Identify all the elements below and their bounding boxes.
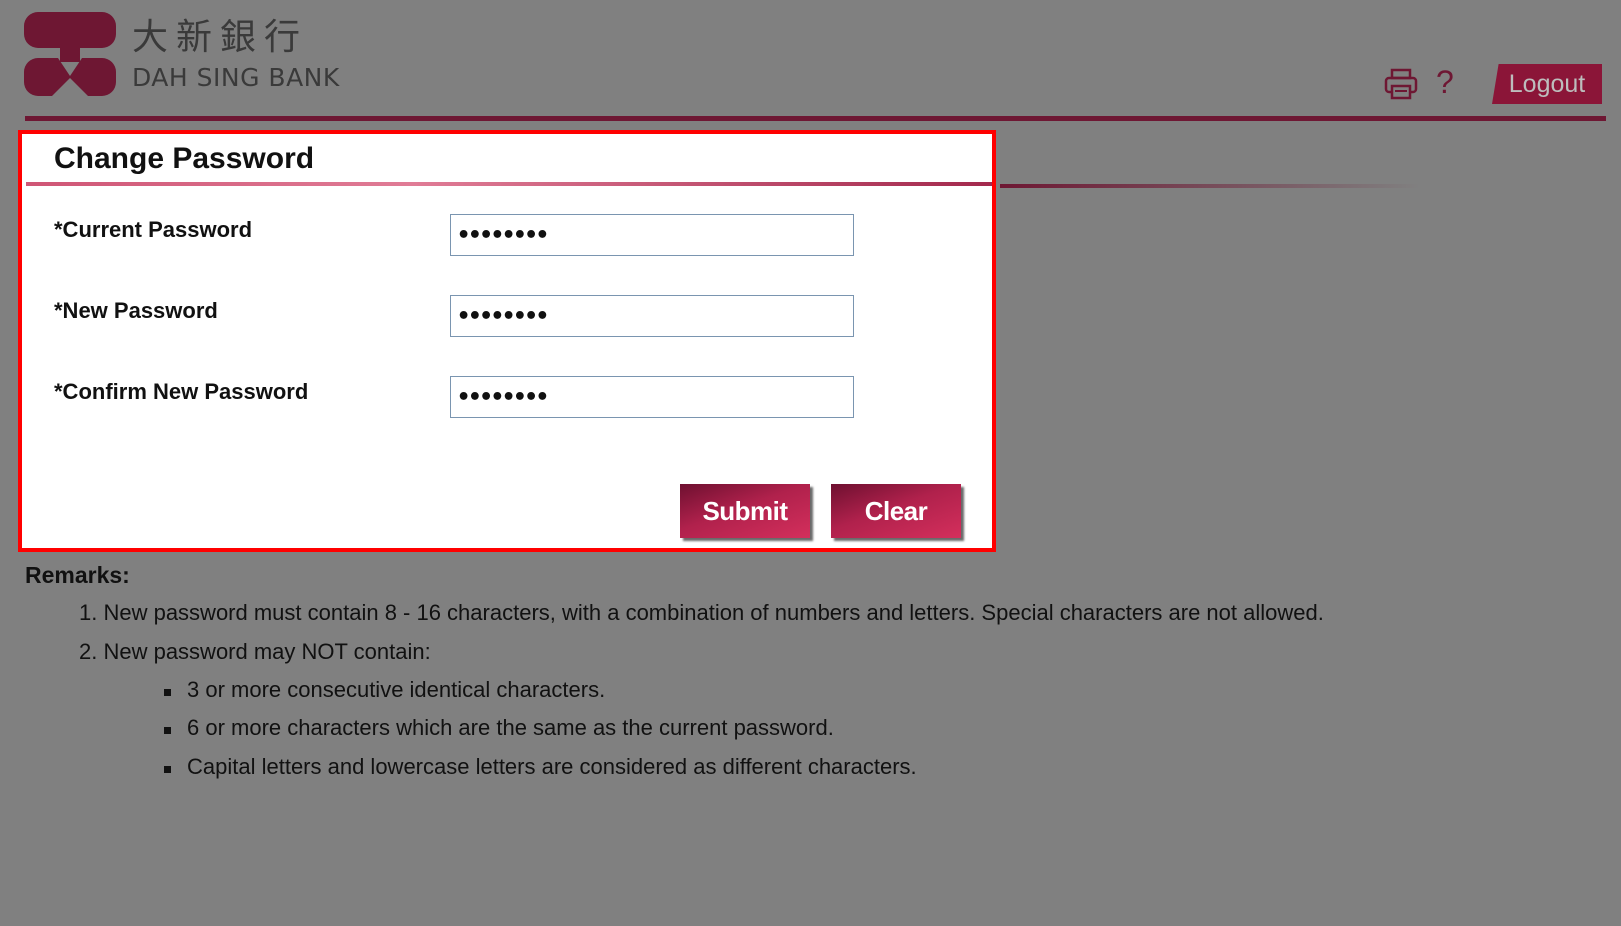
current-password-input[interactable]	[450, 214, 854, 256]
title-divider	[26, 182, 992, 186]
new-password-label: *New Password	[54, 298, 218, 323]
new-password-input[interactable]	[450, 295, 854, 337]
remark-subitem: 6 or more characters which are the same …	[187, 715, 834, 740]
bank-logo-icon	[24, 12, 116, 96]
confirm-password-input[interactable]	[450, 376, 854, 418]
remark-item: 2. New password may NOT contain:	[79, 639, 431, 664]
help-icon[interactable]: ?	[1436, 62, 1454, 102]
bank-name-english: DAH SING BANK	[132, 63, 340, 92]
page-title: Change Password	[54, 142, 315, 175]
clear-button[interactable]: Clear	[831, 484, 961, 538]
header-divider	[25, 116, 1606, 121]
bullet-icon	[164, 689, 171, 696]
remark-subitem: 3 or more consecutive identical characte…	[187, 677, 606, 702]
remark-item: 1. New password must contain 8 - 16 char…	[79, 600, 1324, 625]
bullet-icon	[164, 766, 171, 773]
printer-icon[interactable]	[1384, 68, 1418, 100]
remarks-heading: Remarks:	[25, 562, 130, 588]
remark-subitem: Capital letters and lowercase letters ar…	[187, 754, 917, 779]
submit-button[interactable]: Submit	[680, 484, 810, 538]
current-password-label: *Current Password	[54, 217, 253, 242]
confirm-password-label: *Confirm New Password	[54, 379, 309, 404]
change-password-panel: Change Password *Current Password *New P…	[18, 130, 996, 552]
bullet-icon	[164, 727, 171, 734]
title-divider-fade	[1000, 184, 1420, 188]
logout-button[interactable]: Logout	[1492, 64, 1602, 104]
bank-name-chinese: 大新銀行	[132, 17, 309, 58]
